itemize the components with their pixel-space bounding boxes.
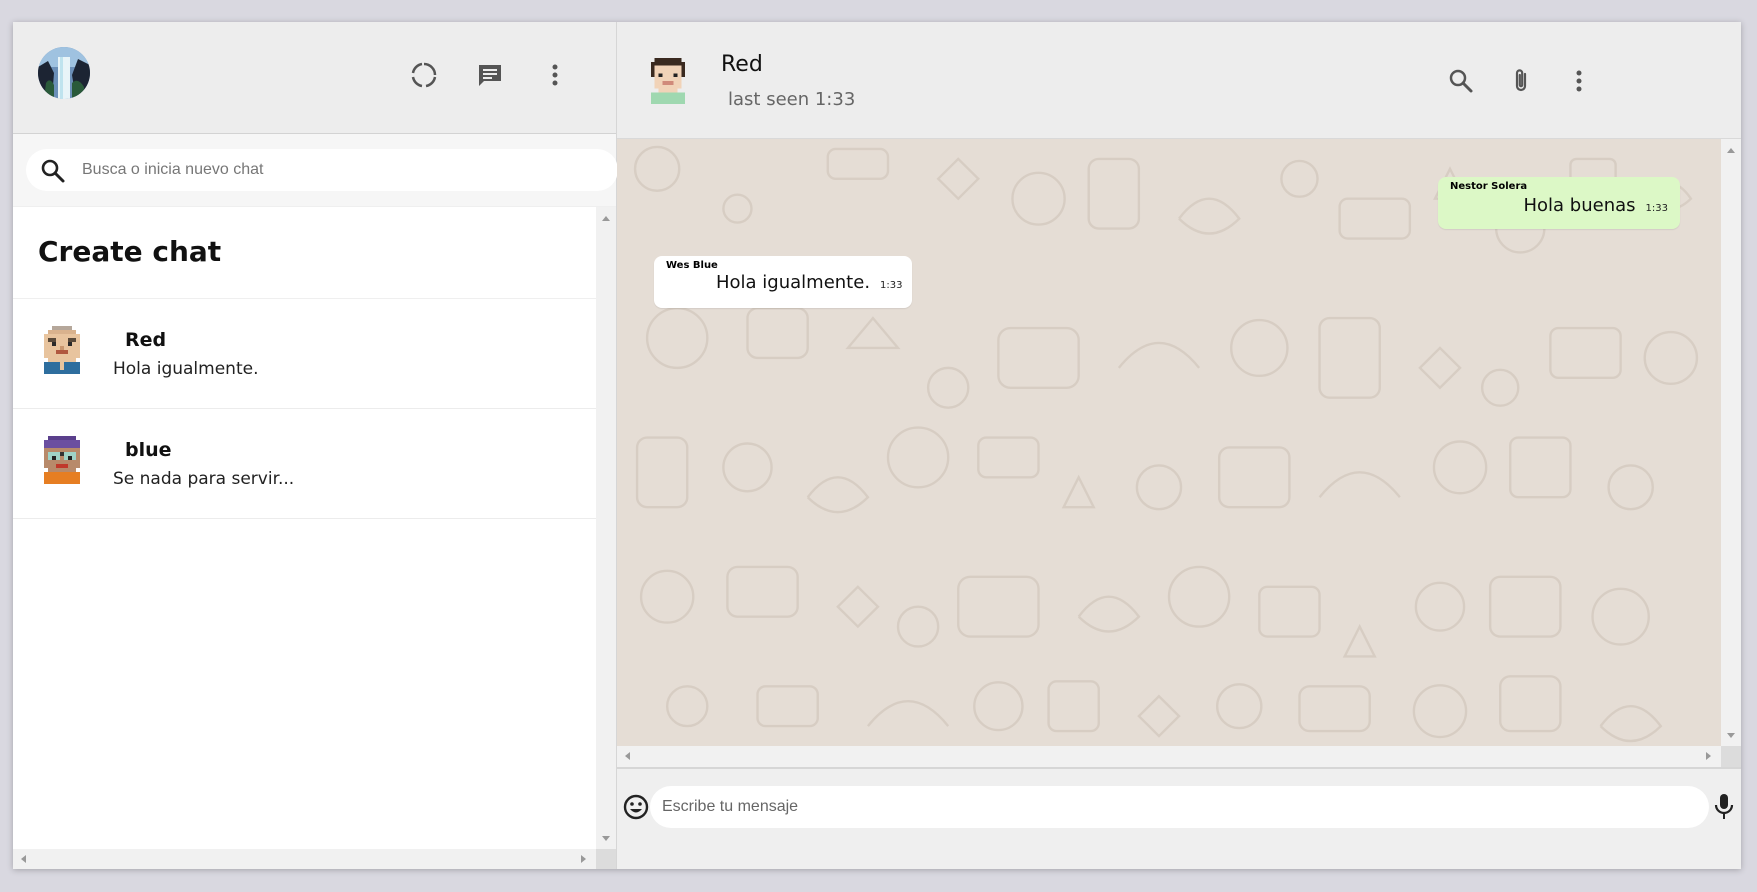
scroll-down-arrow[interactable] (1727, 733, 1735, 738)
message-text: Hola buenas (1523, 195, 1636, 216)
chat-list-content: Create chat Red Hola igualmente. blue Se… (13, 207, 597, 519)
avatar (40, 325, 84, 375)
contact-name: Red (721, 52, 763, 77)
scroll-corner (1721, 746, 1741, 767)
emoji-icon[interactable] (622, 793, 650, 821)
scroll-down-arrow[interactable] (602, 836, 610, 841)
scroll-left-arrow[interactable] (625, 752, 630, 760)
menu-icon[interactable] (541, 61, 569, 89)
message-time: 1:33 (1645, 203, 1668, 214)
chat-name: blue (125, 439, 172, 461)
outgoing-message[interactable]: Nestor Solera Hola buenas 1:33 (1438, 177, 1680, 229)
message-sender: Wes Blue (666, 260, 718, 271)
chat-list: Create chat Red Hola igualmente. blue Se… (13, 207, 616, 869)
search-box (26, 149, 618, 191)
my-avatar[interactable] (38, 47, 90, 99)
mic-icon[interactable] (1711, 791, 1737, 823)
search-input[interactable] (82, 149, 602, 191)
scroll-corner (596, 849, 616, 869)
scroll-left-arrow[interactable] (21, 855, 26, 863)
chat-name: Red (125, 329, 167, 351)
attach-icon[interactable] (1506, 66, 1536, 96)
message-text: Hola igualmente. (716, 272, 871, 293)
message-area: Nestor Solera Hola buenas 1:33 Wes Blue H… (617, 139, 1741, 767)
sidebar: Create chat (13, 22, 618, 869)
message-time: 1:33 (880, 280, 903, 291)
message-list: Nestor Solera Hola buenas 1:33 Wes Blue H… (617, 139, 1721, 746)
sidebar-horizontal-scrollbar[interactable] (13, 849, 596, 869)
message-input[interactable] (650, 786, 1709, 828)
contact-avatar[interactable] (647, 57, 689, 105)
chat-preview: Hola igualmente. (113, 359, 259, 379)
conversation-header: Red last seen 1:33 (617, 22, 1741, 139)
last-seen-status: last seen 1:33 (728, 89, 856, 110)
sidebar-header (13, 22, 616, 134)
new-chat-icon[interactable] (476, 61, 504, 89)
message-sender: Nestor Solera (1450, 181, 1528, 192)
scroll-up-arrow[interactable] (602, 216, 610, 221)
message-composer (617, 767, 1741, 869)
search-icon[interactable] (1446, 66, 1476, 96)
scroll-right-arrow[interactable] (1706, 752, 1711, 760)
sidebar-vertical-scrollbar[interactable] (596, 207, 616, 849)
menu-icon[interactable] (1564, 66, 1594, 96)
chat-item-red[interactable]: Red Hola igualmente. (13, 299, 597, 409)
chat-preview: Se nada para servir... (113, 469, 295, 489)
create-chat-button[interactable]: Create chat (13, 207, 597, 299)
incoming-message[interactable]: Wes Blue Hola igualmente. 1:33 (654, 256, 912, 308)
chat-app: Create chat (13, 22, 1741, 869)
scroll-right-arrow[interactable] (581, 855, 586, 863)
messages-vertical-scrollbar[interactable] (1721, 139, 1741, 746)
conversation-panel: Red last seen 1:33 Nestor Solera Hola bu… (617, 22, 1741, 869)
search-bar (13, 134, 618, 207)
status-icon[interactable] (410, 61, 438, 89)
chat-item-blue[interactable]: blue Se nada para servir... (13, 409, 597, 519)
scroll-up-arrow[interactable] (1727, 148, 1735, 153)
search-icon (40, 158, 66, 184)
doodle-wallpaper (633, 145, 1699, 743)
avatar (40, 435, 84, 485)
messages-horizontal-scrollbar[interactable] (617, 746, 1721, 767)
